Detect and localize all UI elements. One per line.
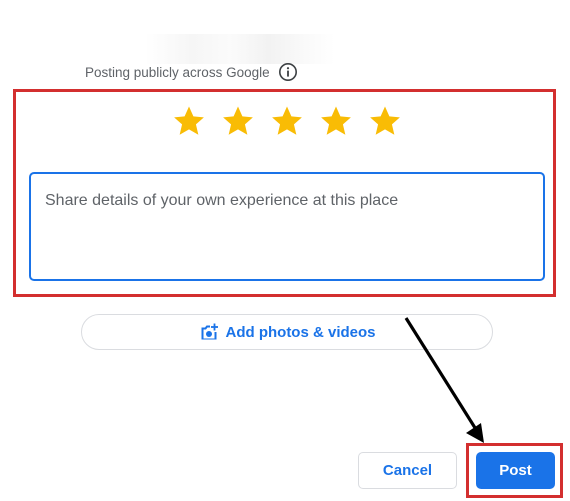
blurred-place-name (145, 34, 335, 64)
star-rating[interactable] (172, 104, 402, 138)
star-icon[interactable] (172, 104, 206, 138)
post-button[interactable]: Post (476, 452, 555, 489)
info-icon[interactable] (278, 62, 298, 82)
star-icon[interactable] (319, 104, 353, 138)
add-photo-icon (199, 322, 219, 342)
star-icon[interactable] (270, 104, 304, 138)
cancel-button[interactable]: Cancel (358, 452, 457, 489)
add-photos-label: Add photos & videos (225, 323, 376, 341)
post-label: Post (499, 462, 532, 479)
add-photos-button[interactable]: Add photos & videos (81, 314, 493, 350)
review-textarea[interactable] (45, 192, 529, 261)
posting-notice-text: Posting publicly across Google (85, 64, 270, 80)
star-icon[interactable] (221, 104, 255, 138)
cancel-label: Cancel (382, 462, 433, 479)
review-input-box[interactable] (29, 172, 545, 281)
star-icon[interactable] (368, 104, 402, 138)
posting-notice-row: Posting publicly across Google (85, 61, 298, 83)
